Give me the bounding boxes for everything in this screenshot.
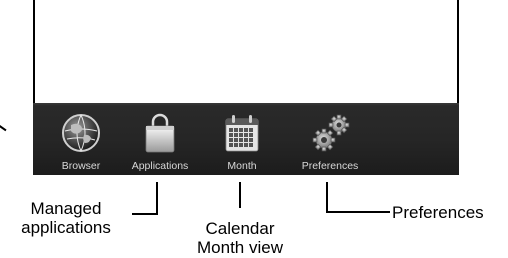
pointer-line-left — [0, 125, 7, 131]
calendar-icon — [225, 115, 259, 152]
callout-line-preferences-horizontal — [326, 211, 390, 213]
dock-label-month: Month — [227, 160, 257, 172]
shopping-bag-icon — [145, 113, 175, 153]
dock-item-applications[interactable]: Applications — [115, 103, 205, 175]
callout-calendar-month-view: Calendar Month view — [197, 219, 283, 257]
device-frame-right — [457, 0, 459, 103]
globe-icon — [62, 114, 100, 152]
dock-label-applications: Applications — [131, 160, 189, 172]
callout-line-managed-horizontal — [132, 213, 158, 215]
dock-label-preferences: Preferences — [301, 160, 359, 172]
dock-item-preferences[interactable]: Preferences — [287, 103, 373, 175]
callout-line-calendar — [239, 182, 241, 208]
callout-preferences: Preferences — [392, 203, 484, 222]
callout-line-preferences-vertical — [326, 182, 328, 213]
callout-managed-applications: Managed applications — [21, 199, 111, 237]
gears-icon — [312, 114, 350, 152]
bottom-dock: Browser Applications Month Preferences — [33, 103, 459, 175]
callout-line-managed-vertical — [156, 182, 158, 214]
dock-item-month[interactable]: Month — [197, 103, 287, 175]
screen-area — [35, 0, 457, 103]
